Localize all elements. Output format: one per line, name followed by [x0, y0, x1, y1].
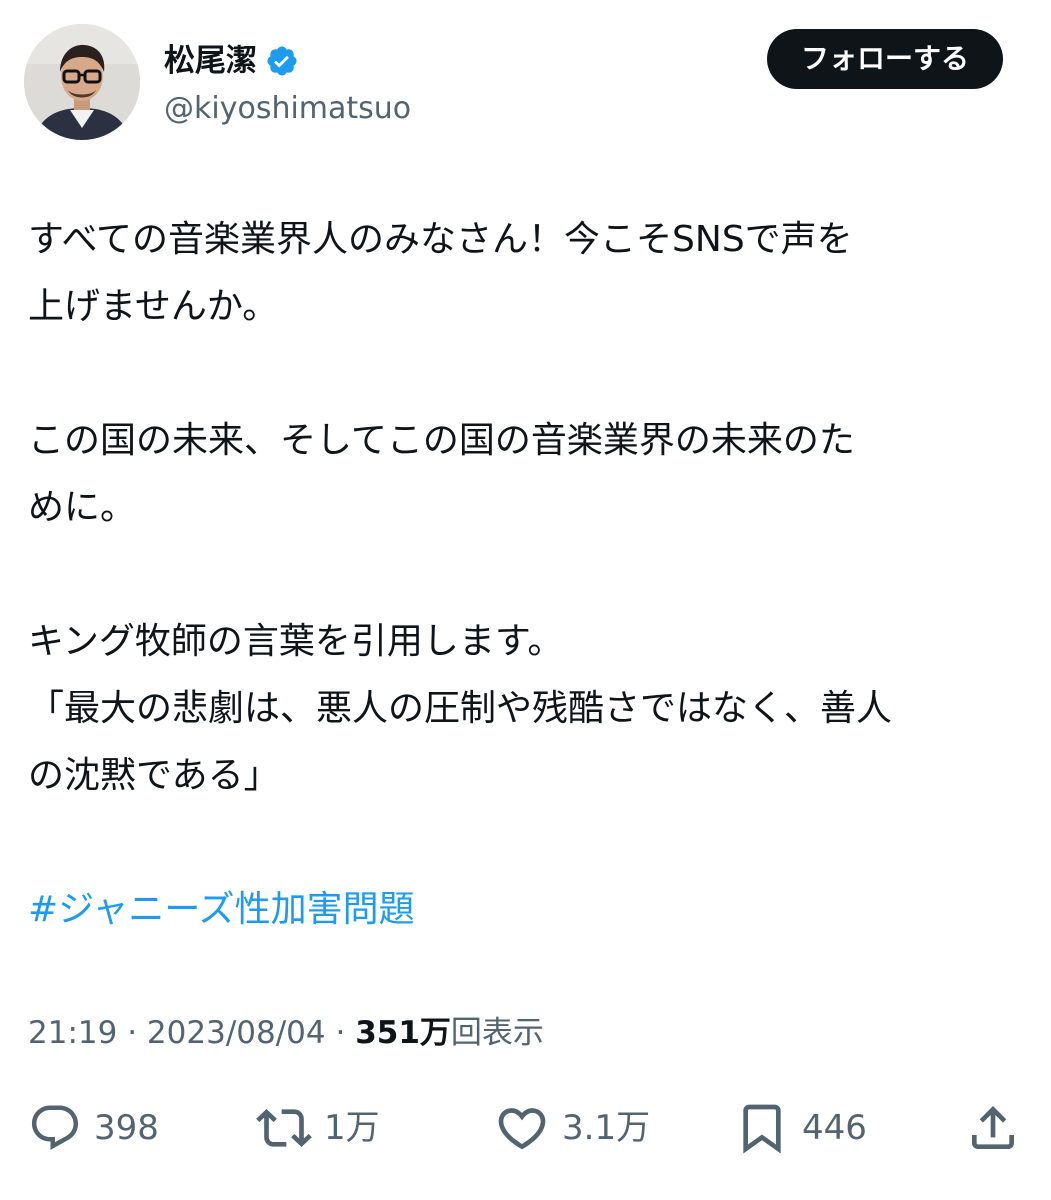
avatar[interactable]	[24, 24, 140, 140]
retweet-button[interactable]: 1万	[256, 1092, 380, 1164]
retweet-icon	[256, 1109, 312, 1147]
heart-icon	[498, 1108, 546, 1150]
bookmark-button[interactable]: 446	[734, 1092, 867, 1164]
follow-button[interactable]: フォローする	[766, 29, 1003, 89]
bookmark-icon	[743, 1104, 781, 1154]
retweet-count: 1万	[324, 1108, 380, 1148]
reply-button[interactable]: 398	[28, 1092, 159, 1164]
tweet-line: 上げませんか。	[28, 286, 279, 327]
action-bar: 398 1万 3.1万 446	[0, 1092, 1051, 1164]
user-handle[interactable]: @kiyoshimatsuo	[164, 86, 411, 132]
meta-separator: ·	[335, 1015, 346, 1051]
tweet-line: めに。	[28, 487, 137, 528]
tweet-meta: 21:19 · 2023/08/04 · 351万回表示	[28, 1008, 544, 1058]
tweet-hashtag-line: #ジャニーズ性加害問題	[28, 876, 1028, 943]
display-name[interactable]: 松尾潔	[164, 38, 257, 84]
bookmark-count: 446	[802, 1108, 867, 1148]
tweet-line: この国の未来、そしてこの国の音楽業界の未来のた	[28, 420, 855, 461]
meta-separator: ·	[127, 1015, 138, 1051]
display-name-row: 松尾潔	[164, 38, 411, 84]
share-icon	[972, 1106, 1014, 1149]
tweet-line: の沈黙である」	[28, 755, 280, 796]
tweet-date[interactable]: 2023/08/04	[147, 1015, 326, 1051]
tweet-text: すべての音楽業界人のみなさん！今こそSNSで声を 上げませんか。 この国の未来、…	[28, 206, 1028, 943]
reply-icon	[31, 1105, 79, 1150]
tweet-line: 「最大の悲劇は、悪人の圧制や残酷さではなく、善人	[28, 688, 893, 729]
share-button[interactable]	[965, 1092, 1021, 1164]
tweet-header: 松尾潔 @kiyoshimatsuo フォローする	[24, 24, 1027, 142]
verified-badge-icon	[265, 44, 299, 78]
tweet-line: すべての音楽業界人のみなさん！今こそSNSで声を	[28, 219, 853, 260]
avatar-photo-icon	[24, 24, 140, 140]
tweet-time[interactable]: 21:19	[28, 1015, 117, 1051]
views-label: 回表示	[450, 1015, 544, 1051]
user-name-block: 松尾潔 @kiyoshimatsuo	[164, 38, 411, 132]
views-count[interactable]: 351万	[355, 1015, 451, 1051]
like-button[interactable]: 3.1万	[494, 1092, 650, 1164]
tweet-line: キング牧師の言葉を引用します。	[28, 621, 564, 662]
hashtag-link[interactable]: #ジャニーズ性加害問題	[28, 889, 415, 930]
like-count: 3.1万	[562, 1108, 651, 1148]
reply-count: 398	[94, 1108, 159, 1148]
